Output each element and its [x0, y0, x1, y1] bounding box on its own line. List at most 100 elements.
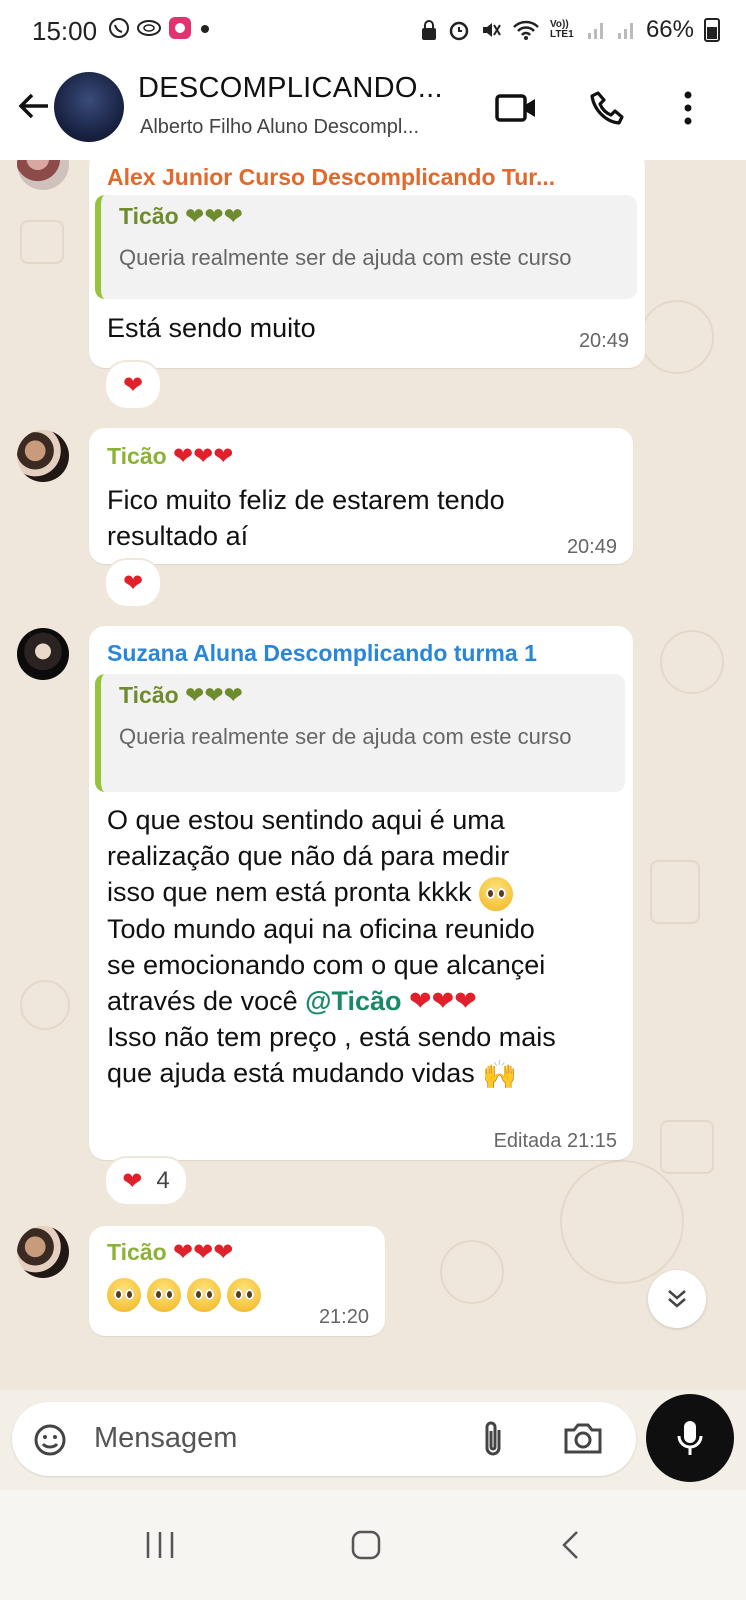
signal-icon	[587, 23, 603, 39]
mute-icon	[482, 23, 501, 37]
message-input[interactable]: Mensagem	[12, 1402, 636, 1476]
home-icon	[351, 1530, 381, 1560]
battery-icon	[704, 18, 720, 42]
sender-name-row: Ticão ❤❤❤	[107, 1238, 233, 1267]
pleading-face-icon	[147, 1278, 181, 1312]
text-line: Todo mundo aqui na oficina reunido	[107, 913, 535, 944]
video-call-icon	[495, 94, 535, 122]
text-line: se emocionando com o que alcançei	[107, 949, 546, 980]
reaction-badge[interactable]: ❤	[104, 558, 162, 608]
message-bubble[interactable]: Ticão ❤❤❤ 21:20	[89, 1226, 385, 1336]
recents-button[interactable]	[130, 1520, 190, 1570]
wallpaper-doodle	[20, 220, 64, 264]
back-nav-button[interactable]	[540, 1520, 600, 1570]
pleading-face-icon	[107, 1278, 141, 1312]
text-line: através de você	[107, 985, 306, 1016]
group-avatar[interactable]	[54, 72, 124, 142]
more-vert-icon	[684, 91, 692, 125]
avatar-alex[interactable]	[17, 160, 69, 190]
text-line-with-emoji: isso que nem está pronta kkkk	[107, 874, 615, 911]
chat-header: DESCOMPLICANDO... Alberto Filho Aluno De…	[0, 64, 746, 161]
attach-icon[interactable]	[478, 1418, 508, 1462]
sender-name: Suzana Aluna Descomplicando turma 1	[107, 640, 537, 666]
wallpaper-doodle	[650, 860, 700, 924]
message-bubble[interactable]: Alex Junior Curso Descomplicando Tur... …	[89, 160, 645, 368]
recents-icon	[146, 1532, 174, 1558]
more-options-button[interactable]	[664, 84, 712, 132]
text-line: que ajuda está mudando vidas	[107, 1057, 475, 1088]
message-text: Está sendo muito	[107, 313, 316, 343]
message-bubble[interactable]: Ticão ❤❤❤ Fico muito feliz de estarem te…	[89, 428, 633, 564]
message-time: 20:49	[566, 536, 617, 558]
mention-link[interactable]: @Ticão	[305, 986, 401, 1016]
heart-icon: ❤	[122, 569, 144, 597]
lock-icon	[421, 20, 436, 40]
quote-author: Ticão ❤❤❤	[119, 682, 243, 708]
vpn-icon	[137, 20, 161, 36]
reaction-badge[interactable]: ❤	[104, 360, 162, 410]
back-icon	[562, 1531, 578, 1559]
home-button[interactable]	[336, 1520, 396, 1570]
input-bar: Mensagem	[0, 1390, 746, 1490]
status-time: 15:00	[32, 16, 98, 46]
message-placeholder: Mensagem	[94, 1422, 238, 1454]
group-subtitle[interactable]: Alberto Filho Aluno Descompl...	[140, 116, 419, 139]
sticker-icon[interactable]	[30, 1420, 70, 1460]
signal-icon	[617, 23, 633, 39]
wallpaper-doodle	[660, 630, 724, 694]
chat-area[interactable]: Alex Junior Curso Descomplicando Tur... …	[0, 160, 746, 1390]
mention-hearts: ❤❤❤	[409, 985, 477, 1016]
heart-icon: ❤	[122, 371, 144, 399]
heart-icon: ❤	[122, 1167, 143, 1195]
video-call-button[interactable]	[492, 84, 540, 132]
text-line: isso que nem está pronta kkkk	[107, 877, 472, 907]
text-line: realização que não dá para medir	[107, 841, 510, 871]
chevron-double-down-icon	[668, 1290, 686, 1308]
message-time: Editada 21:15	[493, 1130, 617, 1152]
reaction-count: 4	[156, 1167, 170, 1194]
scroll-to-bottom-button[interactable]	[648, 1270, 706, 1328]
camera-icon[interactable]	[562, 1420, 604, 1458]
sender-name: Alex Junior Curso Descomplicando Tur...	[107, 164, 556, 190]
back-arrow-icon	[18, 93, 48, 119]
quoted-message[interactable]: Ticão ❤❤❤ Queria realmente ser de ajuda …	[95, 674, 625, 792]
status-bar: 15:00 Vo)) LTE1 66%	[0, 0, 746, 64]
quote-author: Ticão ❤❤❤	[119, 203, 243, 229]
wifi-icon	[513, 20, 539, 40]
avatar-ticao[interactable]	[17, 1226, 69, 1278]
message-bubble[interactable]: Suzana Aluna Descomplicando turma 1 Ticã…	[89, 626, 633, 1160]
back-button[interactable]	[14, 86, 54, 126]
wallpaper-doodle	[640, 300, 714, 374]
message-text: O que estou sentindo aqui é uma realizaç…	[107, 802, 615, 1093]
avatar-suzana[interactable]	[17, 628, 69, 680]
message-time: 20:49	[578, 330, 629, 352]
wallpaper-doodle	[440, 1240, 504, 1304]
wallpaper-doodle	[20, 980, 70, 1030]
sender-name: Ticão	[107, 443, 167, 469]
phone-icon	[590, 91, 624, 125]
navigation-bar	[0, 1490, 746, 1600]
text-line-with-emoji: que ajuda está mudando vidas 🙌	[107, 1055, 615, 1093]
status-right-icons: Vo)) LTE1 66%	[420, 16, 720, 44]
wallpaper-doodle	[560, 1160, 684, 1284]
mic-icon	[677, 1421, 703, 1455]
text-line: Isso não tem preço , está sendo mais	[107, 1021, 556, 1052]
quoted-message[interactable]: Ticão ❤❤❤ Queria realmente ser de ajuda …	[95, 195, 637, 299]
app-icon	[169, 17, 191, 39]
reaction-badge[interactable]: ❤ 4	[104, 1156, 188, 1206]
pleading-face-icon	[187, 1278, 221, 1312]
voice-call-button[interactable]	[584, 84, 632, 132]
sender-hearts: ❤❤❤	[173, 1239, 234, 1266]
pleading-face-icon	[227, 1278, 261, 1312]
group-title[interactable]: DESCOMPLICANDO...	[138, 72, 443, 105]
avatar-ticao[interactable]	[17, 430, 69, 482]
wallpaper-doodle	[660, 1120, 714, 1174]
voice-message-button[interactable]	[646, 1394, 734, 1482]
emoji-message	[107, 1278, 265, 1312]
volte-icon: Vo)) LTE1	[549, 19, 574, 40]
text-line-with-mention: através de você @Ticão ❤❤❤	[107, 983, 615, 1019]
quote-text: Queria realmente ser de ajuda com este c…	[119, 724, 572, 749]
quote-text: Queria realmente ser de ajuda com este c…	[119, 245, 572, 270]
sender-name: Ticão	[107, 1239, 167, 1265]
text-line: resultado aí	[107, 521, 249, 551]
